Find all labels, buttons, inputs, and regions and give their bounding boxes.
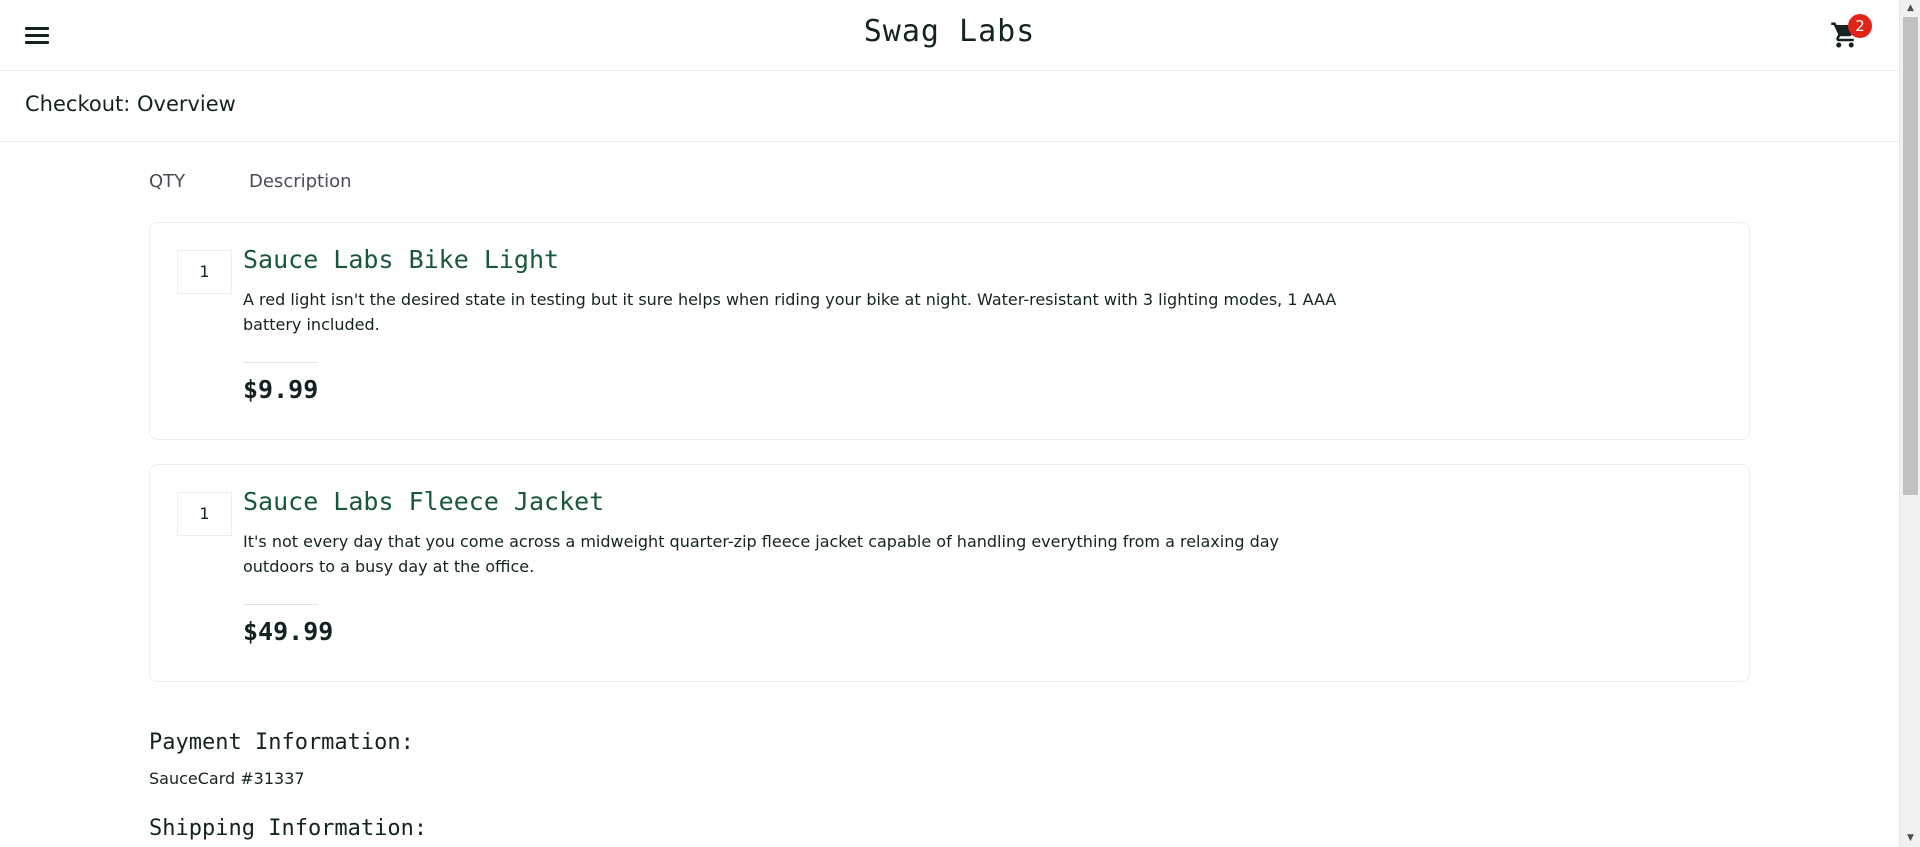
shipping-info-label: Shipping Information: — [149, 816, 428, 841]
item-description: A red light isn't the desired state in t… — [243, 290, 1337, 334]
triangle-up-icon[interactable]: ▲ — [1900, 0, 1920, 17]
checkout-overview-page: Swag Labs 2 Checkout: Overview QTY Descr… — [0, 0, 1920, 847]
item-description: It's not every day that you come across … — [243, 532, 1280, 576]
item-name-link[interactable]: Sauce Labs Bike Light — [243, 245, 559, 274]
shopping-cart-link[interactable]: 2 — [1826, 14, 1872, 52]
price-divider — [243, 362, 318, 363]
payment-info-value: SauceCard #31337 — [149, 769, 305, 788]
cart-item: 1 Sauce Labs Bike Light A red light isn'… — [149, 222, 1750, 440]
app-viewport: Swag Labs 2 Checkout: Overview QTY Descr… — [0, 0, 1899, 847]
qty-column-label: QTY — [149, 171, 186, 192]
secondary-header: Checkout: Overview — [0, 71, 1899, 142]
item-quantity: 1 — [177, 250, 232, 294]
payment-info-label: Payment Information: — [149, 730, 414, 755]
item-quantity: 1 — [177, 492, 232, 536]
page-title: Checkout: Overview — [25, 92, 236, 116]
item-price: $9.99 — [243, 375, 319, 404]
description-column-label: Description — [249, 171, 352, 192]
primary-header: Swag Labs 2 — [0, 0, 1899, 71]
scrollbar-thumb[interactable] — [1903, 17, 1918, 495]
price-divider — [243, 604, 318, 605]
cart-badge: 2 — [1848, 14, 1872, 38]
triangle-down-icon[interactable]: ▼ — [1900, 830, 1920, 847]
cart-item: 1 Sauce Labs Fleece Jacket It's not ever… — [149, 464, 1750, 682]
app-logo: Swag Labs — [863, 14, 1036, 49]
item-price: $49.99 — [243, 617, 334, 646]
item-name-link[interactable]: Sauce Labs Fleece Jacket — [243, 487, 604, 516]
vertical-scrollbar[interactable]: ▲ ▼ — [1899, 0, 1920, 847]
